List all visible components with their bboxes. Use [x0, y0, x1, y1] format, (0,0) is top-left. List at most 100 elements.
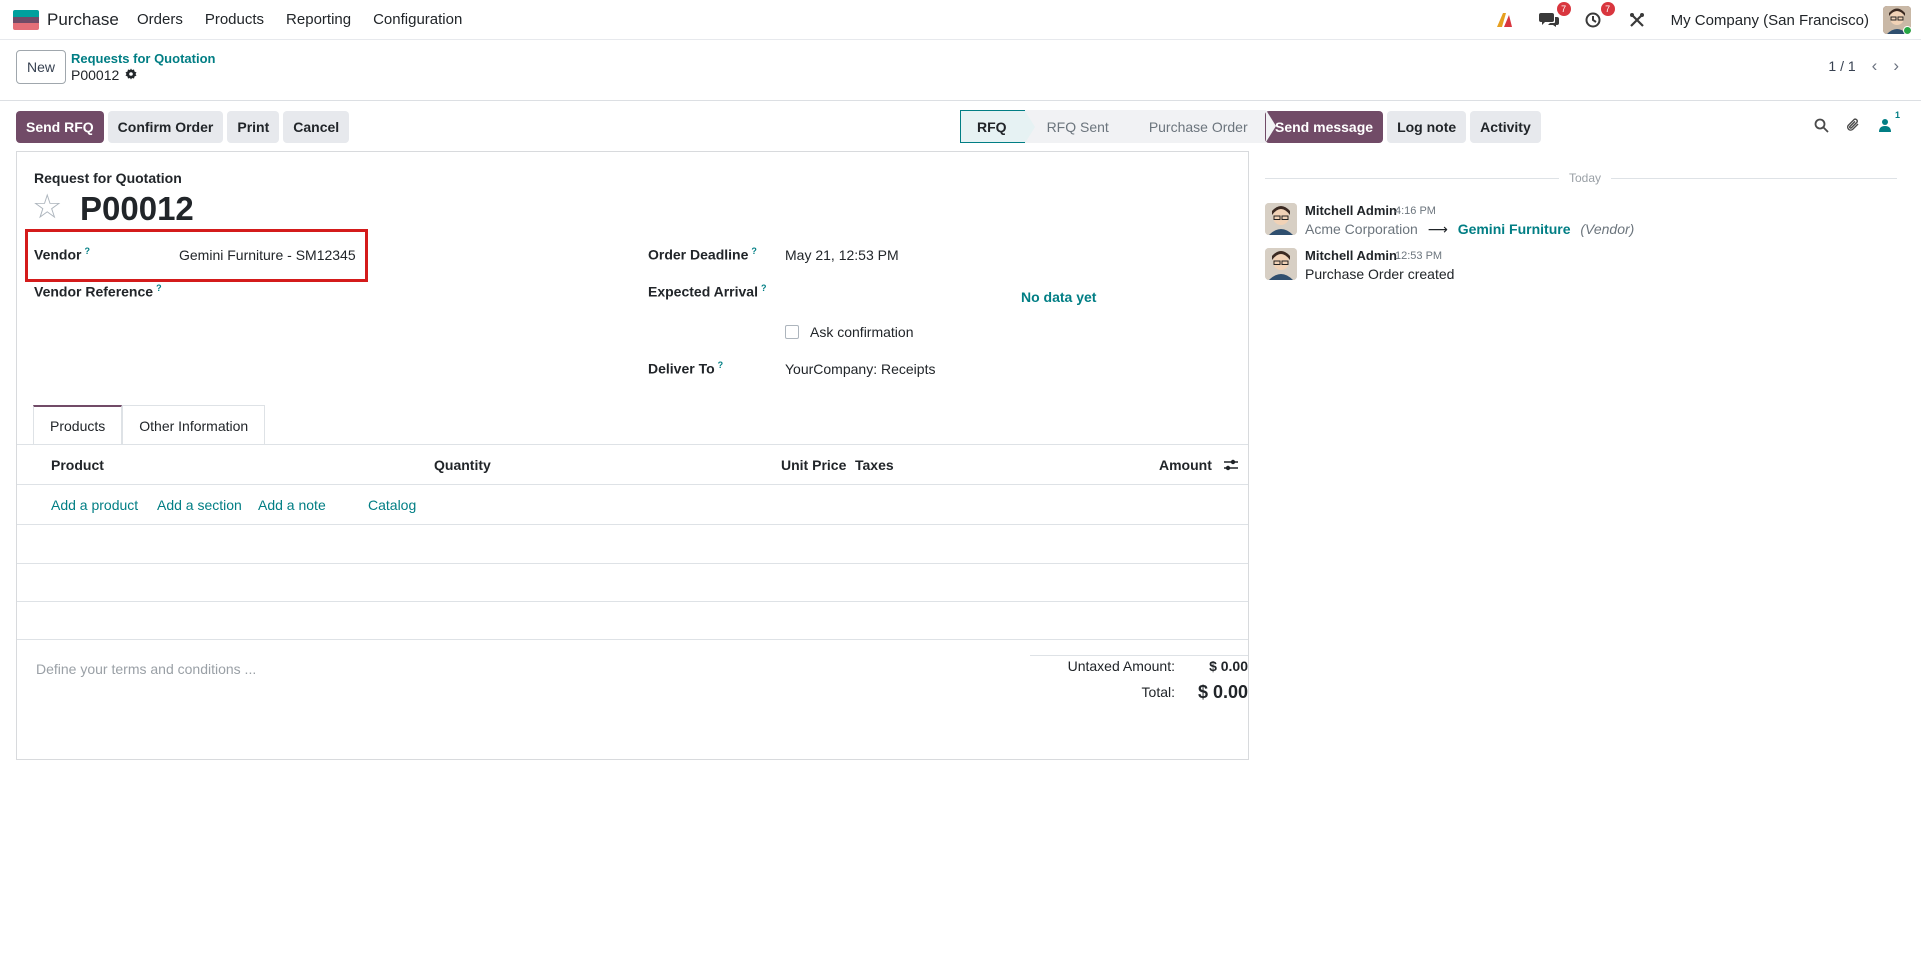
- control-panel-divider: [0, 100, 1921, 101]
- message-time: 12:53 PM: [1395, 250, 1443, 262]
- totals-divider: [1030, 655, 1248, 656]
- empty-row: [17, 602, 1248, 640]
- activity-button[interactable]: Activity: [1470, 111, 1541, 143]
- chatter-tools: 1: [1812, 110, 1900, 134]
- empty-row: [17, 564, 1248, 602]
- vendor-field[interactable]: Gemini Furniture - SM12345: [179, 247, 356, 263]
- help-icon: ?: [156, 283, 162, 293]
- arrow-right-icon: ⟶: [1427, 221, 1448, 237]
- tracking-field-name: (Vendor): [1580, 221, 1635, 237]
- editor-logo-icon[interactable]: [1495, 10, 1515, 30]
- column-amount[interactable]: Amount: [1159, 457, 1212, 473]
- untaxed-amount-label: Untaxed Amount:: [1067, 658, 1175, 674]
- previous-record-icon[interactable]: ‹: [1872, 56, 1878, 76]
- order-deadline-label: Order Deadline?: [648, 246, 757, 263]
- systray: 7 7 My Company (San Francisco): [1495, 0, 1921, 40]
- stage-purchase-order[interactable]: Purchase Order: [1126, 110, 1276, 143]
- messages-badge: 7: [1556, 2, 1571, 16]
- vendor-reference-label: Vendor Reference?: [34, 283, 162, 300]
- add-section-link[interactable]: Add a section: [157, 497, 242, 513]
- message-time: 4:16 PM: [1395, 205, 1436, 217]
- company-switcher[interactable]: My Company (San Francisco): [1671, 12, 1869, 29]
- help-icon: ?: [760, 283, 767, 293]
- pager: 1 / 1 ‹ ›: [1828, 56, 1899, 76]
- tracking-old-value: Acme Corporation: [1305, 221, 1418, 237]
- chatter-message: Mitchell Admin 12:53 PM Purchase Order c…: [1265, 248, 1895, 284]
- activities-badge: 7: [1600, 2, 1615, 16]
- messages-icon[interactable]: 7: [1538, 2, 1571, 30]
- date-separator-label: Today: [1559, 171, 1612, 185]
- total-value: $ 0.00: [1197, 682, 1248, 702]
- gear-icon[interactable]: [125, 67, 137, 83]
- tracking-new-value: Gemini Furniture: [1457, 221, 1571, 237]
- stage-rfq-sent[interactable]: RFQ Sent: [1024, 110, 1138, 143]
- new-button[interactable]: New: [16, 50, 66, 84]
- optional-columns-icon[interactable]: [1223, 458, 1239, 476]
- stage-rfq[interactable]: RFQ: [960, 110, 1035, 143]
- form-actions: Send RFQ Confirm Order Print Cancel: [16, 111, 350, 143]
- tab-other-information[interactable]: Other Information: [122, 405, 266, 445]
- form-subtitle: Request for Quotation: [34, 170, 182, 186]
- message-author[interactable]: Mitchell Admin: [1305, 203, 1397, 218]
- order-deadline-field[interactable]: May 21, 12:53 PM: [785, 247, 899, 263]
- deliver-to-label: Deliver To?: [648, 360, 724, 377]
- add-product-link[interactable]: Add a product: [51, 497, 138, 513]
- column-unit-price[interactable]: Unit Price: [781, 457, 846, 473]
- priority-star-icon[interactable]: ☆: [32, 190, 62, 224]
- terms-conditions-field[interactable]: Define your terms and conditions ...: [36, 661, 256, 677]
- form-sheet: Request for Quotation ☆ P00012 Vendor? G…: [16, 151, 1249, 760]
- vendor-label: Vendor?: [34, 246, 90, 263]
- column-taxes[interactable]: Taxes: [855, 457, 894, 473]
- log-note-button[interactable]: Log note: [1387, 111, 1467, 143]
- empty-row: [17, 526, 1248, 564]
- message-author[interactable]: Mitchell Admin: [1305, 248, 1397, 263]
- top-navbar: Purchase Orders Products Reporting Confi…: [0, 0, 1921, 40]
- menu-products[interactable]: Products: [205, 11, 264, 28]
- status-bar: RFQ RFQ Sent Purchase Order: [960, 110, 1276, 143]
- purchase-app-icon[interactable]: [13, 10, 39, 30]
- total-label: Total:: [1141, 684, 1175, 700]
- menu-reporting[interactable]: Reporting: [286, 11, 351, 28]
- pager-value[interactable]: 1 / 1: [1828, 58, 1855, 74]
- add-note-link[interactable]: Add a note: [258, 497, 326, 513]
- expected-arrival-label: Expected Arrival?: [648, 283, 767, 300]
- untaxed-amount-value: $ 0.00: [1209, 658, 1248, 674]
- tracking-value: Acme Corporation ⟶ Gemini Furniture (Ven…: [1305, 221, 1634, 238]
- order-lines-header: Product Quantity Unit Price Taxes Amount: [17, 445, 1248, 485]
- message-body: Purchase Order created: [1305, 266, 1455, 282]
- next-record-icon[interactable]: ›: [1893, 56, 1899, 76]
- author-avatar[interactable]: [1265, 203, 1297, 235]
- search-icon[interactable]: [1812, 116, 1830, 134]
- debug-tools-icon[interactable]: [1627, 10, 1647, 30]
- tab-products[interactable]: Products: [33, 405, 123, 445]
- record-name: P00012: [71, 67, 120, 83]
- document-title: P00012: [80, 190, 194, 227]
- breadcrumb-current: P00012: [71, 67, 137, 83]
- send-rfq-button[interactable]: Send RFQ: [16, 111, 104, 143]
- column-product[interactable]: Product: [51, 457, 104, 473]
- help-icon: ?: [717, 360, 724, 370]
- print-button[interactable]: Print: [227, 111, 280, 143]
- expected-arrival-no-data: No data yet: [1021, 289, 1097, 305]
- menu-orders[interactable]: Orders: [137, 11, 183, 28]
- followers-icon[interactable]: 1: [1876, 110, 1900, 134]
- activities-clock-icon[interactable]: 7: [1583, 2, 1615, 30]
- chatter-actions: Send message Log note Activity: [1265, 111, 1541, 143]
- app-name[interactable]: Purchase: [47, 10, 119, 30]
- menu-configuration[interactable]: Configuration: [373, 11, 462, 28]
- catalog-link[interactable]: Catalog: [368, 497, 416, 513]
- notebook-tabs: Products Other Information: [33, 405, 266, 445]
- column-quantity[interactable]: Quantity: [434, 457, 491, 473]
- paperclip-icon[interactable]: [1844, 116, 1862, 134]
- deliver-to-field[interactable]: YourCompany: Receipts: [785, 361, 935, 377]
- author-avatar[interactable]: [1265, 248, 1297, 280]
- breadcrumb-rfq-link[interactable]: Requests for Quotation: [71, 51, 215, 66]
- help-icon: ?: [84, 246, 90, 256]
- ask-confirmation-checkbox[interactable]: [785, 325, 799, 339]
- cancel-button[interactable]: Cancel: [283, 111, 350, 143]
- ask-confirmation-label[interactable]: Ask confirmation: [810, 324, 913, 340]
- user-avatar[interactable]: [1883, 6, 1911, 34]
- chatter-message: Mitchell Admin 4:16 PM Acme Corporation …: [1265, 203, 1895, 239]
- send-message-button[interactable]: Send message: [1265, 111, 1384, 143]
- confirm-order-button[interactable]: Confirm Order: [107, 111, 224, 143]
